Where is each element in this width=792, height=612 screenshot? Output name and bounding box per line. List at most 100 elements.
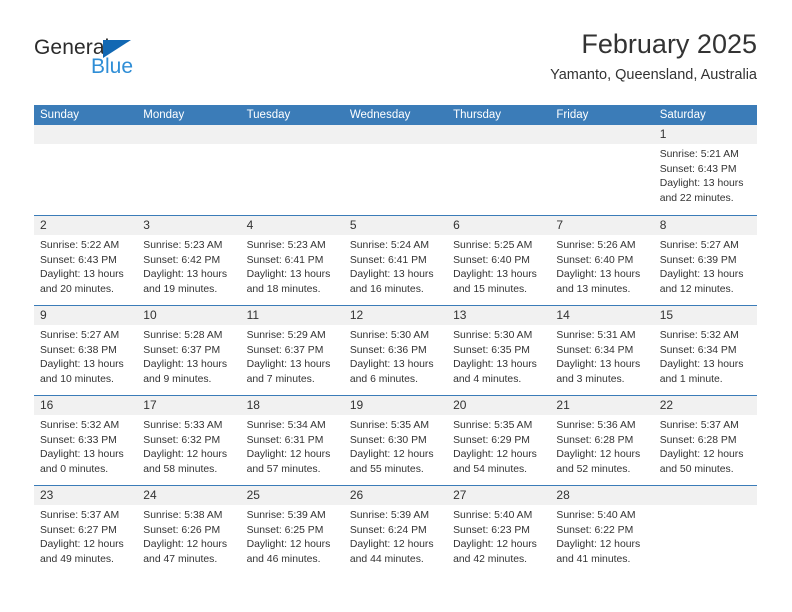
day-cell[interactable]: 6 Sunrise: 5:25 AM Sunset: 6:40 PM Daylight… xyxy=(447,216,551,305)
day-cell[interactable]: 23 Sunrise: 5:37 AM Sunset: 6:27 PM Dayligh… xyxy=(34,486,138,575)
daylight-text-line2: and 6 minutes. xyxy=(349,373,419,385)
daylight-text-line2: and 15 minutes. xyxy=(453,283,528,295)
day-cell[interactable]: 5 Sunrise: 5:24 AM Sunset: 6:41 PM Daylight… xyxy=(343,216,448,305)
day-cell[interactable]: 8 Sunrise: 5:27 AM Sunset: 6:39 PM Daylight… xyxy=(653,216,757,305)
day-cell-empty xyxy=(447,125,551,215)
sunset-text: Sunset: 6:23 PM xyxy=(453,524,530,536)
sunset-text: Sunset: 6:33 PM xyxy=(40,434,117,446)
day-cell[interactable]: 28 Sunrise: 5:40 AM Sunset: 6:22 PM Dayligh… xyxy=(550,486,654,575)
title-block: February 2025 Yamanto, Queensland, Austr… xyxy=(550,28,757,84)
day-number: 23 xyxy=(40,488,54,502)
daylight-text-line2: and 54 minutes. xyxy=(453,463,528,475)
day-number: 25 xyxy=(246,488,260,502)
day-sun-info: Sunrise: 5:37 AM Sunset: 6:28 PM Daylight:… xyxy=(654,415,757,477)
day-cell[interactable]: 11 Sunrise: 5:29 AM Sunset: 6:37 PM Dayligh… xyxy=(240,306,344,395)
daylight-text-line2: and 50 minutes. xyxy=(659,463,734,475)
day-cell[interactable]: 3 Sunrise: 5:23 AM Sunset: 6:42 PM Daylight… xyxy=(137,216,241,305)
sunset-text: Sunset: 6:32 PM xyxy=(143,434,221,446)
sunrise-text: Sunrise: 5:39 AM xyxy=(246,510,326,521)
weekday-header-tuesday: Tuesday xyxy=(246,109,291,121)
day-number-band: 12 xyxy=(343,306,448,325)
daylight-text-line2: and 12 minutes. xyxy=(659,283,734,295)
day-number-band: 22 xyxy=(653,396,757,415)
day-sun-info: Sunrise: 5:23 AM Sunset: 6:42 PM Daylight:… xyxy=(137,235,240,297)
day-cell[interactable]: 9 Sunrise: 5:27 AM Sunset: 6:38 PM Daylight… xyxy=(34,306,138,395)
day-sun-info: Sunrise: 5:23 AM Sunset: 6:41 PM Daylight:… xyxy=(241,235,344,297)
sunrise-text: Sunrise: 5:23 AM xyxy=(246,240,326,251)
sunrise-text: Sunrise: 5:24 AM xyxy=(349,240,429,251)
day-cell[interactable]: 15 Sunrise: 5:32 AM Sunset: 6:34 PM Dayligh… xyxy=(653,306,757,395)
daylight-text-line2: and 7 minutes. xyxy=(246,373,315,385)
calendar-week-row: 9 Sunrise: 5:27 AM Sunset: 6:38 PM Daylight… xyxy=(34,305,757,395)
day-cell[interactable]: 24 Sunrise: 5:38 AM Sunset: 6:26 PM Dayligh… xyxy=(137,486,241,575)
daylight-text-line1: Daylight: 12 hours xyxy=(556,539,641,551)
day-number-band: 16 xyxy=(34,396,138,415)
daylight-text-line1: Daylight: 13 hours xyxy=(143,269,228,281)
day-cell[interactable]: 1 Sunrise: 5:21 AM Sunset: 6:43 PM Daylight… xyxy=(653,125,757,215)
day-cell-empty xyxy=(240,125,344,215)
daylight-text-line1: Daylight: 13 hours xyxy=(659,269,744,281)
daylight-text-line2: and 22 minutes. xyxy=(659,192,734,204)
daylight-text-line2: and 55 minutes. xyxy=(349,463,424,475)
day-cell[interactable]: 14 Sunrise: 5:31 AM Sunset: 6:34 PM Dayligh… xyxy=(550,306,654,395)
day-cell[interactable]: 13 Sunrise: 5:30 AM Sunset: 6:35 PM Dayligh… xyxy=(447,306,551,395)
calendar-grid: Sunday Monday Tuesday Wednesday Thursday Frid… xyxy=(34,105,757,575)
day-number: 14 xyxy=(556,308,570,322)
day-sun-info: Sunrise: 5:30 AM Sunset: 6:35 PM Daylight:… xyxy=(447,325,550,387)
day-cell[interactable]: 27 Sunrise: 5:40 AM Sunset: 6:23 PM Dayligh… xyxy=(447,486,551,575)
day-cell[interactable]: 16 Sunrise: 5:32 AM Sunset: 6:33 PM Dayligh… xyxy=(34,396,138,485)
day-sun-info: Sunrise: 5:39 AM Sunset: 6:24 PM Daylight:… xyxy=(344,505,447,567)
day-cell[interactable]: 17 Sunrise: 5:33 AM Sunset: 6:32 PM Dayligh… xyxy=(137,396,241,485)
daylight-text-line2: and 18 minutes. xyxy=(246,283,321,295)
sunset-text: Sunset: 6:26 PM xyxy=(143,524,221,536)
day-number-band: 3 xyxy=(137,216,241,235)
sunset-text: Sunset: 6:28 PM xyxy=(556,434,634,446)
day-number: 24 xyxy=(143,488,157,502)
daylight-text-line2: and 9 minutes. xyxy=(143,373,212,385)
day-sun-info: Sunrise: 5:32 AM Sunset: 6:33 PM Daylight:… xyxy=(34,415,137,477)
day-cell[interactable]: 20 Sunrise: 5:35 AM Sunset: 6:29 PM Dayligh… xyxy=(447,396,551,485)
day-cell-empty xyxy=(343,125,448,215)
weekday-header-wednesday: Wednesday xyxy=(349,109,411,121)
sunset-text: Sunset: 6:37 PM xyxy=(246,344,324,356)
daylight-text-line1: Daylight: 13 hours xyxy=(40,449,124,461)
day-cell[interactable]: 26 Sunrise: 5:39 AM Sunset: 6:24 PM Dayligh… xyxy=(343,486,448,575)
sunrise-text: Sunrise: 5:28 AM xyxy=(143,330,223,341)
daylight-text-line1: Daylight: 13 hours xyxy=(556,269,641,281)
day-number: 2 xyxy=(40,218,47,232)
day-cell[interactable]: 7 Sunrise: 5:26 AM Sunset: 6:40 PM Daylight… xyxy=(550,216,654,305)
day-cell[interactable]: 22 Sunrise: 5:37 AM Sunset: 6:28 PM Dayligh… xyxy=(653,396,757,485)
day-cell[interactable]: 18 Sunrise: 5:34 AM Sunset: 6:31 PM Dayligh… xyxy=(240,396,344,485)
sunrise-text: Sunrise: 5:22 AM xyxy=(40,240,120,251)
day-cell[interactable]: 21 Sunrise: 5:36 AM Sunset: 6:28 PM Dayligh… xyxy=(550,396,654,485)
daylight-text-line1: Daylight: 12 hours xyxy=(453,449,537,461)
day-cell[interactable]: 19 Sunrise: 5:35 AM Sunset: 6:30 PM Dayligh… xyxy=(343,396,448,485)
day-cell[interactable]: 25 Sunrise: 5:39 AM Sunset: 6:25 PM Dayligh… xyxy=(240,486,344,575)
daylight-text-line1: Daylight: 13 hours xyxy=(143,359,228,371)
day-sun-info: Sunrise: 5:35 AM Sunset: 6:29 PM Daylight:… xyxy=(447,415,550,477)
sunset-text: Sunset: 6:29 PM xyxy=(453,434,530,446)
sunset-text: Sunset: 6:22 PM xyxy=(556,524,634,536)
day-sun-info: Sunrise: 5:32 AM Sunset: 6:34 PM Daylight:… xyxy=(654,325,757,387)
weekday-header-monday: Monday xyxy=(143,109,185,121)
daylight-text-line1: Daylight: 13 hours xyxy=(40,359,124,371)
page-subtitle: Yamanto, Queensland, Australia xyxy=(550,67,757,83)
day-number-band: 15 xyxy=(653,306,757,325)
day-number-band: 13 xyxy=(447,306,551,325)
day-number-band: 18 xyxy=(240,396,344,415)
daylight-text-line1: Daylight: 13 hours xyxy=(349,359,434,371)
day-cell[interactable]: 10 Sunrise: 5:28 AM Sunset: 6:37 PM Dayligh… xyxy=(137,306,241,395)
sunset-text: Sunset: 6:34 PM xyxy=(556,344,634,356)
daylight-text-line1: Daylight: 13 hours xyxy=(349,269,434,281)
day-number: 6 xyxy=(453,218,460,232)
day-cell[interactable]: 2 Sunrise: 5:22 AM Sunset: 6:43 PM Daylight… xyxy=(34,216,138,305)
sunrise-text: Sunrise: 5:29 AM xyxy=(246,330,326,341)
day-number: 16 xyxy=(40,398,54,412)
day-number-band: 11 xyxy=(240,306,344,325)
day-number: 9 xyxy=(40,308,47,322)
sunset-text: Sunset: 6:36 PM xyxy=(349,344,427,356)
day-cell[interactable]: 4 Sunrise: 5:23 AM Sunset: 6:41 PM Daylight… xyxy=(240,216,344,305)
daylight-text-line2: and 47 minutes. xyxy=(143,553,218,565)
calendar-week-row: 16 Sunrise: 5:32 AM Sunset: 6:33 PM Dayligh… xyxy=(34,395,757,485)
day-cell[interactable]: 12 Sunrise: 5:30 AM Sunset: 6:36 PM Dayligh… xyxy=(343,306,448,395)
